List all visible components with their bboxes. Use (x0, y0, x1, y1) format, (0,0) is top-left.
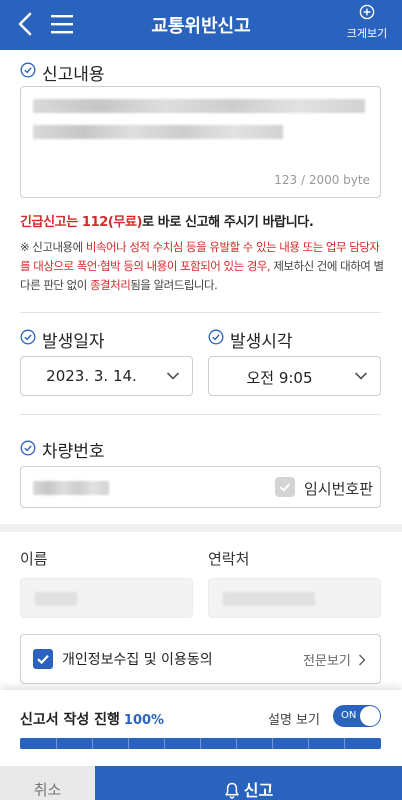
chevron-down-icon (166, 372, 180, 380)
redacted-text (33, 125, 283, 139)
progress-percent: 100% (123, 713, 165, 728)
date-value: 2023. 3. 14. (46, 367, 137, 385)
progress-segment (128, 738, 129, 749)
time-value: 오전 9:05 (246, 369, 313, 387)
check-circle-icon (20, 62, 36, 78)
progress-segment (56, 738, 57, 749)
emergency-notice: 긴급신고는 112(무료)로 바로 신고해 주시기 바랍니다. (20, 215, 314, 230)
phone-label: 연락처 (208, 550, 250, 568)
check-circle-icon (20, 329, 36, 345)
check-circle-icon (208, 329, 224, 345)
progress-segment (272, 738, 273, 749)
redacted-text (33, 99, 365, 113)
name-field[interactable] (20, 578, 193, 618)
redacted-text (35, 592, 77, 606)
date-title: 발생일자 (42, 332, 105, 352)
progress-segment (92, 738, 93, 749)
chevron-right-icon (358, 654, 366, 666)
divider (20, 414, 381, 415)
check-icon (279, 483, 291, 492)
cancel-button[interactable]: 취소 (0, 766, 95, 800)
progress-segment (236, 738, 237, 749)
report-content-title: 신고내용 (42, 65, 105, 85)
redacted-text (33, 481, 109, 495)
report-button[interactable]: 신고 (95, 766, 402, 800)
time-select[interactable]: 오전 9:05 (208, 356, 381, 396)
byte-counter: 123 / 2000 byte (274, 173, 370, 187)
progress-segment (344, 738, 345, 749)
view-full-link[interactable]: 전문보기 (303, 650, 366, 669)
zoom-button[interactable]: 크게보기 (342, 4, 392, 41)
check-icon (37, 655, 49, 665)
progress-segment (308, 738, 309, 749)
redacted-text (223, 592, 315, 606)
warning-notice: ※ 신고내용에 비속어나 성적 수치심 등을 유발할 수 있는 내용 또는 업무… (20, 240, 384, 292)
vehicle-number-input[interactable]: 임시번호판 (20, 466, 381, 508)
report-content-textarea[interactable]: 123 / 2000 byte (20, 86, 381, 198)
bell-icon (225, 782, 239, 799)
check-circle-icon (20, 440, 36, 456)
progress-segment (200, 738, 201, 749)
chevron-down-icon (354, 372, 368, 380)
vehicle-title: 차량번호 (42, 442, 105, 462)
privacy-consent-row[interactable]: 개인정보수집 및 이용동의 전문보기 (20, 634, 381, 684)
description-toggle-label: 설명 보기 (268, 713, 320, 728)
temp-plate-checkbox[interactable] (275, 477, 295, 497)
progress-panel: 신고서 작성 진행 100% 설명 보기 ON (0, 690, 402, 766)
date-select[interactable]: 2023. 3. 14. (20, 356, 193, 396)
toggle-knob (360, 706, 380, 726)
temp-plate-label: 임시번호판 (304, 480, 374, 498)
consent-label: 개인정보수집 및 이용동의 (62, 652, 213, 668)
consent-checkbox[interactable] (33, 649, 53, 669)
progress-title: 신고서 작성 진행 100% (20, 712, 165, 728)
progress-bar (20, 738, 381, 749)
name-label: 이름 (20, 550, 48, 568)
zoom-label: 크게보기 (346, 27, 388, 40)
divider (20, 312, 381, 313)
progress-segment (164, 738, 165, 749)
time-title: 발생시각 (230, 332, 293, 352)
phone-field[interactable] (208, 578, 381, 618)
section-separator (0, 524, 402, 532)
app-header: 교통위반신고 크게보기 (0, 0, 402, 50)
description-toggle[interactable]: ON (333, 705, 381, 727)
plus-circle-icon (359, 4, 375, 20)
